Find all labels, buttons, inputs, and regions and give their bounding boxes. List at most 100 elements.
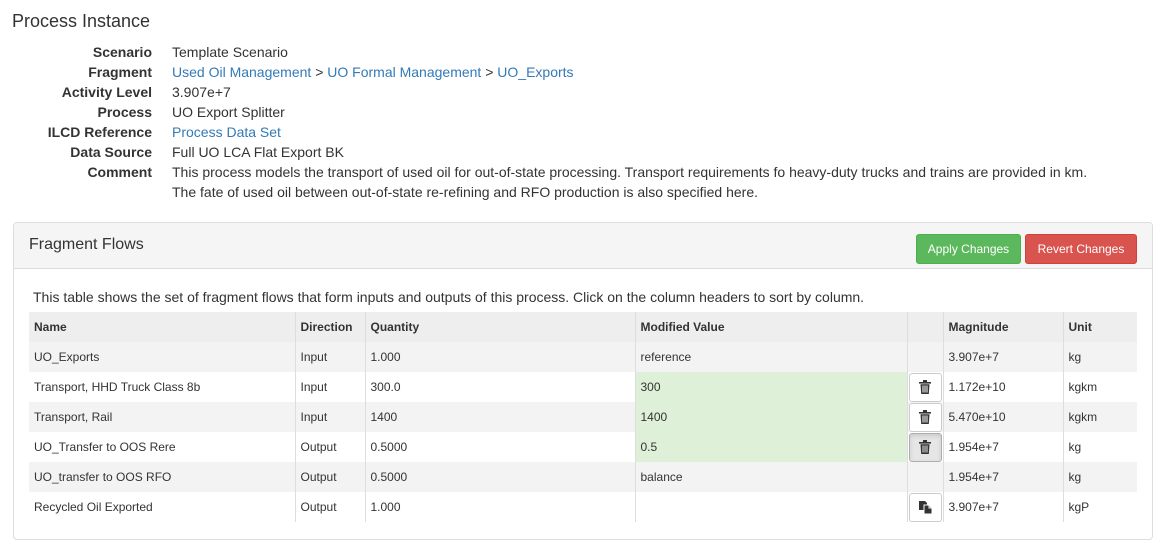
- breadcrumb-separator: >: [485, 64, 494, 80]
- table-row: Transport, HHD Truck Class 8b Input 300.…: [29, 372, 1137, 402]
- activity-level-row: Activity Level 3.907e+7: [0, 82, 1132, 102]
- delete-button[interactable]: [908, 402, 942, 432]
- flow-name: Transport, HHD Truck Class 8b: [29, 372, 295, 402]
- flow-unit: kgkm: [1062, 372, 1137, 402]
- flow-unit: kgkm: [1062, 402, 1137, 432]
- delete-button[interactable]: [908, 432, 942, 462]
- flow-action-cell: [906, 342, 943, 372]
- flow-magnitude: 1.954e+7: [942, 432, 1063, 462]
- comment-value: This process models the transport of use…: [172, 162, 1132, 202]
- fragment-flows-table: Name Direction Quantity Modified Value M…: [29, 312, 1137, 522]
- table-row: UO_transfer to OOS RFO Output 0.5000 bal…: [29, 462, 1137, 492]
- flow-magnitude: 5.470e+10: [942, 402, 1063, 432]
- ilcd-reference-row: ILCD Reference Process Data Set: [0, 122, 1132, 142]
- process-details: Scenario Template Scenario Fragment Used…: [0, 42, 1132, 202]
- comment-line-1: This process models the transport of use…: [172, 164, 1088, 180]
- scenario-value: Template Scenario: [172, 44, 288, 60]
- flow-action-cell: [906, 372, 943, 402]
- process-instance-page: Process Instance Scenario Template Scena…: [0, 0, 1172, 551]
- flow-action-cell: [906, 492, 943, 522]
- flow-name: Transport, Rail: [29, 402, 295, 432]
- flow-quantity: 1400: [364, 402, 635, 432]
- process-row: Process UO Export Splitter: [0, 102, 1132, 122]
- flow-quantity: 0.5000: [364, 432, 635, 462]
- fragment-link-uo-exports[interactable]: UO_Exports: [497, 64, 573, 80]
- process-value: UO Export Splitter: [172, 104, 285, 120]
- table-row: Recycled Oil Exported Output 1.000 3.907…: [29, 492, 1137, 522]
- data-source-label: Data Source: [70, 144, 152, 160]
- column-header-name[interactable]: Name: [29, 312, 295, 342]
- flow-action-cell: [906, 402, 943, 432]
- process-label: Process: [97, 104, 152, 120]
- delete-button[interactable]: [908, 372, 942, 402]
- flow-direction: Input: [294, 372, 365, 402]
- flow-direction: Input: [294, 402, 365, 432]
- scenario-label: Scenario: [92, 44, 152, 60]
- panel-title: Fragment Flows: [29, 236, 144, 253]
- fragment-row: Fragment Used Oil Management > UO Formal…: [0, 62, 1132, 82]
- flow-name: Recycled Oil Exported: [29, 492, 295, 522]
- flow-direction: Output: [294, 492, 365, 522]
- fragment-link-uo-formal-management[interactable]: UO Formal Management: [327, 64, 481, 80]
- flow-name: UO_transfer to OOS RFO: [29, 462, 295, 492]
- flow-modified-value: reference: [634, 342, 907, 372]
- flow-name: UO_Exports: [29, 342, 295, 372]
- column-header-modified-value[interactable]: Modified Value: [634, 312, 907, 342]
- flow-modified-value: balance: [634, 462, 907, 492]
- process-data-set-link[interactable]: Process Data Set: [172, 124, 281, 140]
- flow-name: UO_Transfer to OOS Rere: [29, 432, 295, 462]
- table-header-row: Name Direction Quantity Modified Value M…: [29, 312, 1137, 342]
- flow-action-cell: [906, 462, 943, 492]
- flow-unit: kg: [1062, 432, 1137, 462]
- trash-icon: [919, 380, 931, 394]
- flow-quantity: 0.5000: [364, 462, 635, 492]
- fragment-label: Fragment: [88, 64, 152, 80]
- column-header-action: [906, 312, 943, 342]
- page-title: Process Instance: [12, 11, 151, 31]
- ilcd-reference-label: ILCD Reference: [47, 124, 152, 140]
- data-source-value: Full UO LCA Flat Export BK: [172, 144, 344, 160]
- scenario-row: Scenario Template Scenario: [0, 42, 1132, 62]
- panel-heading: Fragment Flows Apply Changes Revert Chan…: [14, 223, 1152, 269]
- flow-magnitude: 1.954e+7: [942, 462, 1063, 492]
- flow-quantity: 300.0: [364, 372, 635, 402]
- fragment-flows-panel: Fragment Flows Apply Changes Revert Chan…: [13, 222, 1153, 540]
- breadcrumb-separator: >: [315, 64, 324, 80]
- flow-unit: kg: [1062, 462, 1137, 492]
- flow-direction: Output: [294, 462, 365, 492]
- comment-row: Comment This process models the transpor…: [0, 162, 1132, 202]
- table-row: Transport, Rail Input 1400 1400 5.470e+1…: [29, 402, 1137, 432]
- trash-icon: [919, 440, 931, 454]
- table-row: UO_Transfer to OOS Rere Output 0.5000 0.…: [29, 432, 1137, 462]
- flow-modified-value[interactable]: 1400: [634, 402, 907, 432]
- apply-changes-button[interactable]: Apply Changes: [916, 234, 1021, 264]
- activity-level-label: Activity Level: [61, 84, 152, 100]
- column-header-unit[interactable]: Unit: [1062, 312, 1137, 342]
- data-source-row: Data Source Full UO LCA Flat Export BK: [0, 142, 1132, 162]
- flow-quantity: 1.000: [364, 342, 635, 372]
- comment-label: Comment: [87, 164, 152, 180]
- activity-level-value: 3.907e+7: [172, 84, 231, 100]
- column-header-direction[interactable]: Direction: [294, 312, 365, 342]
- comment-line-2: The fate of used oil between out-of-stat…: [172, 184, 758, 200]
- copy-button[interactable]: [908, 492, 942, 522]
- ilcd-reference-value: Process Data Set: [172, 122, 1132, 142]
- fragment-breadcrumb: Used Oil Management > UO Formal Manageme…: [172, 62, 1132, 82]
- column-header-quantity[interactable]: Quantity: [364, 312, 635, 342]
- flow-direction: Output: [294, 432, 365, 462]
- flow-action-cell: [906, 432, 943, 462]
- flow-modified-value[interactable]: [634, 492, 907, 522]
- column-header-magnitude[interactable]: Magnitude: [942, 312, 1063, 342]
- flow-magnitude: 1.172e+10: [942, 372, 1063, 402]
- flow-magnitude: 3.907e+7: [942, 492, 1063, 522]
- flow-modified-value[interactable]: 300: [634, 372, 907, 402]
- revert-changes-button[interactable]: Revert Changes: [1025, 234, 1137, 264]
- flow-unit: kg: [1062, 342, 1137, 372]
- table-description: This table shows the set of fragment flo…: [33, 289, 865, 305]
- trash-icon: [919, 410, 931, 424]
- table-row: UO_Exports Input 1.000 reference 3.907e+…: [29, 342, 1137, 372]
- fragment-link-used-oil-management[interactable]: Used Oil Management: [172, 64, 311, 80]
- flow-direction: Input: [294, 342, 365, 372]
- flow-modified-value[interactable]: 0.5: [634, 432, 907, 462]
- flow-unit: kgP: [1062, 492, 1137, 522]
